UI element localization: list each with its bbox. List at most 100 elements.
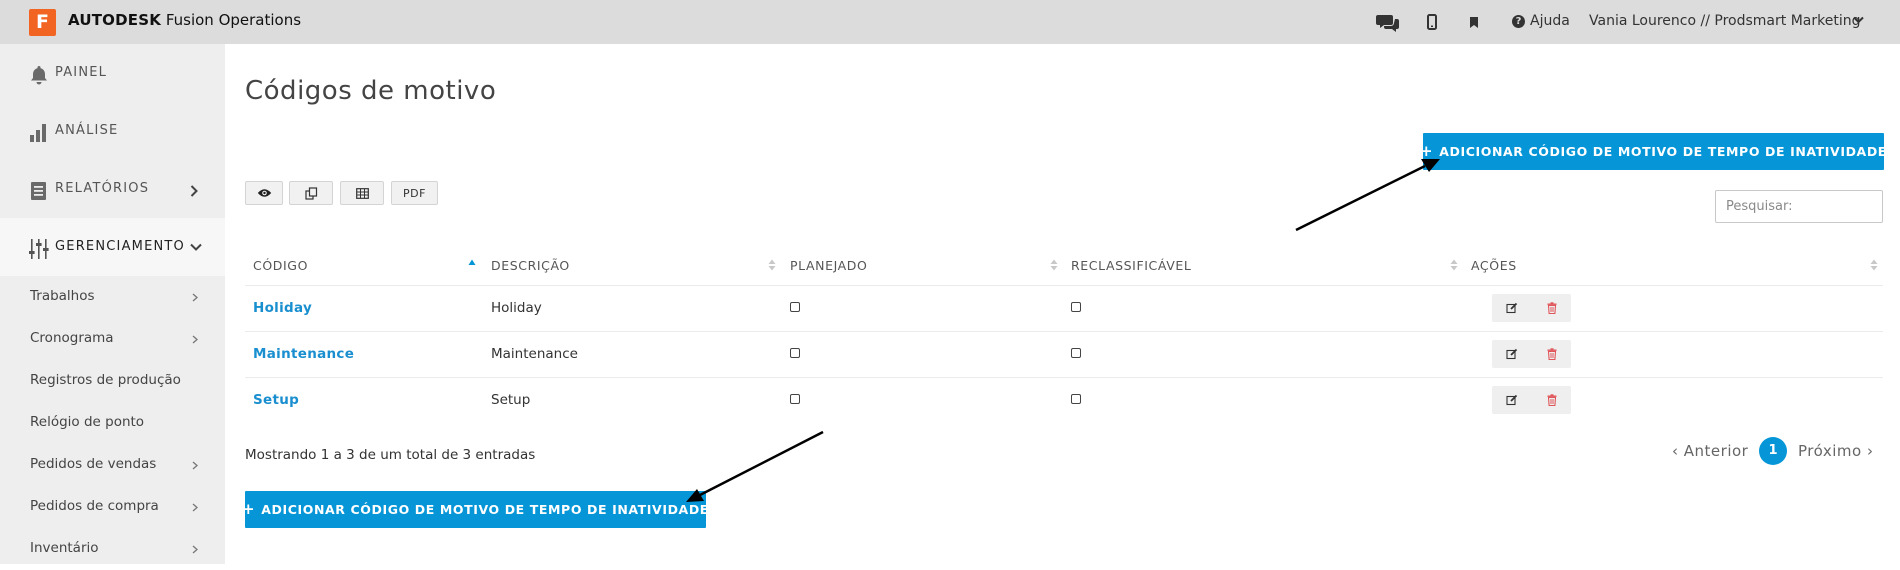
- chevron-right-icon: [190, 185, 198, 197]
- chevron-right-icon: [192, 335, 198, 344]
- sidebar-item-label: PAINEL: [55, 65, 108, 80]
- sort-icon[interactable]: [768, 258, 776, 272]
- edit-button[interactable]: [1492, 386, 1531, 414]
- trash-icon: [1547, 302, 1556, 314]
- edit-icon: [1505, 302, 1517, 314]
- sidebar-item-relatorios[interactable]: RELATÓRIOS: [0, 160, 225, 218]
- column-header-descricao[interactable]: DESCRIÇÃO: [491, 258, 570, 273]
- help-link[interactable]: ? Ajuda: [1512, 13, 1570, 29]
- reclassifiable-checkbox[interactable]: [1071, 348, 1081, 358]
- sidebar-subitem-cronograma[interactable]: Cronograma: [0, 318, 225, 360]
- user-menu[interactable]: Vania Lourenco // Prodsmart Marketing: [1589, 13, 1860, 29]
- eye-icon: [257, 189, 271, 197]
- bell-icon: [31, 66, 47, 85]
- trash-icon: [1547, 348, 1556, 360]
- planned-checkbox[interactable]: [790, 348, 800, 358]
- chevron-down-icon[interactable]: [1853, 16, 1864, 24]
- chevron-right-icon: [192, 545, 198, 554]
- mobile-icon[interactable]: [1425, 12, 1439, 32]
- delete-button[interactable]: [1532, 340, 1571, 368]
- row-divider: [245, 331, 1883, 332]
- column-visibility-button[interactable]: [245, 181, 283, 205]
- plus-icon: +: [242, 500, 256, 518]
- sidebar-item-label: RELATÓRIOS: [55, 181, 150, 196]
- add-reason-code-button-bottom[interactable]: + ADICIONAR CÓDIGO DE MOTIVO DE TEMPO DE…: [242, 491, 709, 528]
- sort-asc-icon[interactable]: [468, 258, 476, 272]
- reclassifiable-checkbox[interactable]: [1071, 394, 1081, 404]
- annotation-arrow-bottom: [686, 430, 824, 502]
- sidebar-subitem-registros[interactable]: Registros de produção: [0, 360, 225, 402]
- excel-button[interactable]: [340, 181, 384, 205]
- table-info: Mostrando 1 a 3 de um total de 3 entrada…: [245, 447, 536, 463]
- sidebar-item-label: Inventário: [30, 540, 99, 556]
- previous-label: Anterior: [1683, 442, 1749, 460]
- sidebar-item-label: Pedidos de compra: [30, 498, 159, 514]
- sidebar: PAINEL ANÁLISE RELATÓRIOS GERENCIAMENTO …: [0, 44, 225, 564]
- pagination-page-1[interactable]: 1: [1759, 437, 1787, 465]
- sidebar-item-label: Cronograma: [30, 330, 114, 346]
- annotation-arrow-top: [1295, 159, 1440, 232]
- table-row-description: Setup: [491, 392, 531, 408]
- table-row-code-link[interactable]: Maintenance: [253, 346, 354, 362]
- top-bar: F AUTODESK Fusion Operations ? Ajuda Van…: [0, 0, 1900, 44]
- delete-button[interactable]: [1532, 386, 1571, 414]
- edit-button[interactable]: [1492, 340, 1531, 368]
- fusion-logo[interactable]: F: [29, 9, 59, 39]
- column-header-codigo[interactable]: CÓDIGO: [253, 258, 308, 273]
- pagination-next[interactable]: Próximo ›: [1798, 442, 1873, 460]
- edit-button[interactable]: [1492, 294, 1531, 322]
- plus-icon: +: [1420, 142, 1434, 160]
- question-icon: ?: [1512, 14, 1525, 28]
- brand-name: AUTODESK Fusion Operations: [68, 11, 302, 29]
- column-header-acoes: AÇÕES: [1471, 258, 1517, 273]
- sidebar-item-analise[interactable]: ANÁLISE: [0, 102, 225, 160]
- chat-icon[interactable]: [1375, 12, 1401, 32]
- sidebar-item-gerenciamento[interactable]: GERENCIAMENTO: [0, 218, 225, 276]
- pagination-previous[interactable]: ‹ Anterior: [1672, 442, 1748, 460]
- sort-icon[interactable]: [1870, 258, 1878, 272]
- sidebar-item-label: Registros de produção: [30, 372, 181, 388]
- chevron-right-icon: [192, 293, 198, 302]
- reclassifiable-checkbox[interactable]: [1071, 302, 1081, 312]
- sliders-icon: [29, 239, 49, 259]
- sort-icon[interactable]: [1450, 258, 1458, 272]
- table-row-description: Holiday: [491, 300, 542, 316]
- help-label: Ajuda: [1530, 13, 1570, 29]
- row-divider: [245, 285, 1883, 286]
- planned-checkbox[interactable]: [790, 394, 800, 404]
- row-actions: [1492, 294, 1571, 322]
- bar-chart-icon: [30, 124, 46, 142]
- delete-button[interactable]: [1532, 294, 1571, 322]
- edit-icon: [1505, 394, 1517, 406]
- row-actions: [1492, 386, 1571, 414]
- search-input[interactable]: [1715, 190, 1883, 223]
- sidebar-subitem-pedidos-vendas[interactable]: Pedidos de vendas: [0, 444, 225, 486]
- sidebar-subitem-relogio[interactable]: Relógio de ponto: [0, 402, 225, 444]
- sidebar-item-label: GERENCIAMENTO: [55, 239, 185, 254]
- copy-button[interactable]: [289, 181, 333, 205]
- page-title: Códigos de motivo: [245, 76, 497, 106]
- add-reason-code-button-top[interactable]: + ADICIONAR CÓDIGO DE MOTIVO DE TEMPO DE…: [1420, 133, 1886, 170]
- column-header-reclassificavel[interactable]: RECLASSIFICÁVEL: [1071, 258, 1191, 273]
- button-label: ADICIONAR CÓDIGO DE MOTIVO DE TEMPO DE I…: [261, 502, 709, 517]
- table-row-description: Maintenance: [491, 346, 578, 362]
- bookmark-icon[interactable]: [1467, 12, 1481, 32]
- sidebar-item-label: Trabalhos: [30, 288, 95, 304]
- next-label: Próximo: [1798, 442, 1862, 460]
- chevron-down-icon: [190, 243, 202, 251]
- sidebar-item-label: Relógio de ponto: [30, 414, 145, 430]
- sort-icon[interactable]: [1050, 258, 1058, 272]
- table-row-code-link[interactable]: Holiday: [253, 300, 312, 316]
- trash-icon: [1547, 394, 1556, 406]
- planned-checkbox[interactable]: [790, 302, 800, 312]
- sidebar-item-label: ANÁLISE: [55, 123, 119, 138]
- column-header-planejado[interactable]: PLANEJADO: [790, 258, 867, 273]
- document-icon: [31, 182, 46, 200]
- sidebar-item-label: Pedidos de vendas: [30, 456, 157, 472]
- sidebar-item-painel[interactable]: PAINEL: [0, 44, 225, 102]
- sidebar-subitem-pedidos-compra[interactable]: Pedidos de compra: [0, 486, 225, 528]
- pdf-button[interactable]: PDF: [391, 181, 438, 205]
- table-row-code-link[interactable]: Setup: [253, 392, 299, 408]
- sidebar-subitem-trabalhos[interactable]: Trabalhos: [0, 276, 225, 318]
- row-actions: [1492, 340, 1571, 368]
